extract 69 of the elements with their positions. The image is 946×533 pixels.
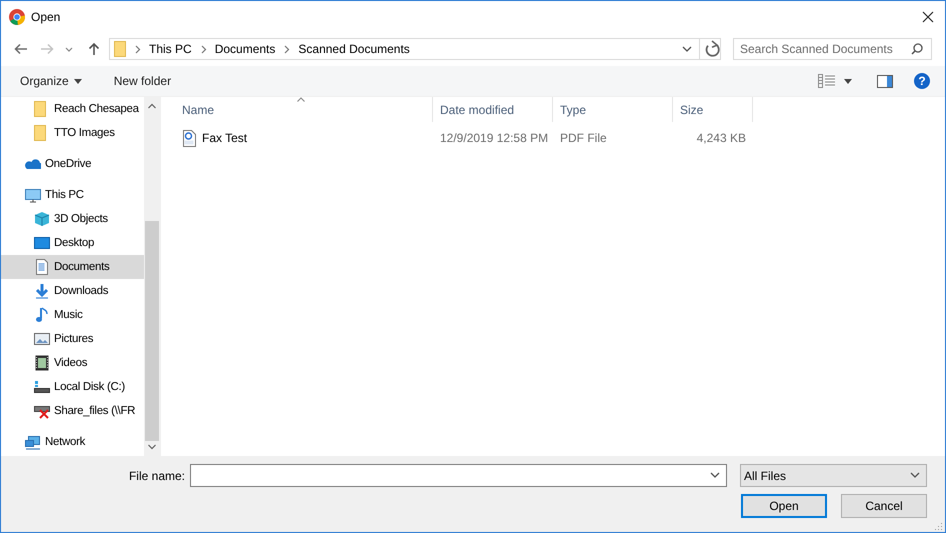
table-cell: 12/9/2019 12:58 PM [440, 131, 548, 145]
sidebar-item[interactable]: Share_files (\\FR [1, 399, 144, 423]
dropdown-chevron-icon[interactable] [682, 46, 692, 52]
file-name-field[interactable] [190, 464, 727, 487]
nav-icon [34, 283, 50, 299]
breadcrumb[interactable]: Documents [214, 42, 276, 56]
nav-icon [34, 331, 50, 347]
view-options-icon[interactable] [818, 74, 835, 88]
column-header[interactable]: Name [161, 97, 433, 122]
sidebar-item[interactable]: Reach Chesapea [1, 97, 144, 121]
sidebar-item[interactable]: OneDrive [1, 152, 144, 176]
cancel-button[interactable]: Cancel [841, 494, 927, 518]
file-row[interactable]: Fax Test 12/9/2019 12:58 PM PDF File 4,243 KB [161, 127, 945, 149]
sidebar-item[interactable]: Pictures [1, 327, 144, 351]
organize-menu-button[interactable]: Organize [12, 70, 90, 92]
table-cell: 4,243 KB [696, 131, 746, 145]
table-cell: PDF File [560, 131, 607, 145]
nav-icon [34, 403, 50, 419]
nav-icon [25, 434, 41, 450]
file-name[interactable]: Fax Test [202, 131, 248, 145]
column-header[interactable]: Size [673, 97, 753, 122]
sidebar-item[interactable]: This PC [1, 183, 144, 207]
column-header[interactable]: Type [553, 97, 673, 122]
sidebar-item[interactable]: Desktop [1, 231, 144, 255]
dropdown-chevron-icon [710, 472, 720, 479]
sidebar-item[interactable]: Music [1, 303, 144, 327]
caret-icon [74, 78, 82, 84]
file-type-dropdown[interactable]: All Files [740, 464, 927, 487]
nav-icon [34, 211, 50, 227]
sidebar-item[interactable]: Local Disk (C:) [1, 375, 144, 399]
search-field[interactable]: Search Scanned Documents [733, 38, 932, 60]
sidebar-item[interactable]: TTO Images [1, 121, 144, 145]
chevron-icon [200, 44, 207, 54]
nav-icon [34, 235, 50, 251]
back-arrow-icon[interactable] [14, 43, 28, 55]
sidebar-item[interactable]: Videos [1, 351, 144, 375]
refresh-icon[interactable] [699, 39, 720, 59]
folder-icon [114, 41, 126, 57]
nav-icon [34, 307, 50, 323]
toolbar-button[interactable]: New folder [106, 70, 180, 92]
nav-icon [34, 259, 50, 275]
nav-icon [34, 379, 50, 395]
column-header[interactable]: Date modified [433, 97, 553, 122]
sidebar-item[interactable]: Downloads [1, 279, 144, 303]
close-icon[interactable] [922, 10, 934, 22]
address-bar[interactable]: This PC Documents Scanned Documents [109, 38, 721, 60]
sidebar-item[interactable]: 3D Objects [1, 207, 144, 231]
sidebar-item[interactable]: Documents [1, 255, 144, 279]
breadcrumb[interactable]: Scanned Documents [298, 42, 410, 56]
help-button[interactable]: ? [914, 73, 930, 89]
scrollbar-drawing[interactable] [144, 97, 160, 456]
breadcrumb[interactable]: This PC [149, 42, 192, 56]
chevron-icon [135, 44, 141, 54]
preview-pane-icon[interactable] [877, 74, 893, 88]
open-button[interactable]: Open [741, 494, 827, 518]
window-title: Open [31, 10, 60, 24]
browser-logo-icon [9, 8, 25, 24]
dropdown-chevron-icon [910, 472, 920, 479]
chevron-icon [284, 44, 290, 54]
field-label: File name: [128, 468, 186, 482]
up-arrow-icon[interactable] [88, 42, 100, 56]
sort-caret-icon [296, 97, 304, 102]
resize-grip-icon[interactable] [935, 522, 943, 530]
nav-icon [25, 187, 41, 203]
search-icon [911, 43, 923, 55]
caret-icon[interactable] [844, 78, 852, 84]
pdf-file-icon [183, 130, 196, 146]
sidebar-item[interactable]: Network [1, 430, 144, 454]
nav-icon [34, 355, 50, 371]
